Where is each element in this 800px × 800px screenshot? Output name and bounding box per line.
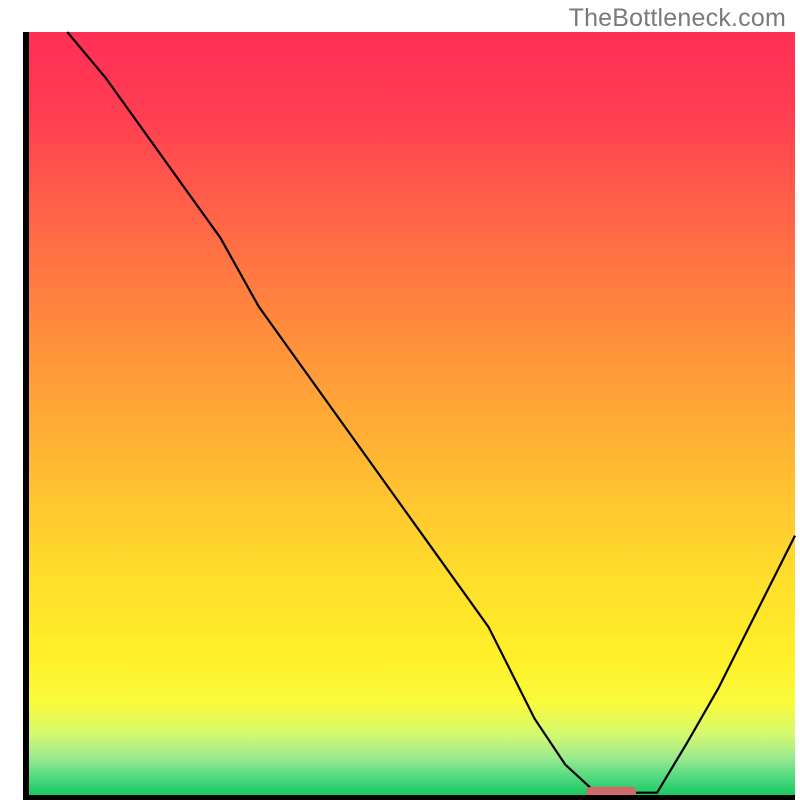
chart-svg xyxy=(0,0,800,800)
axis-left xyxy=(23,32,29,800)
axis-bottom xyxy=(23,795,795,800)
plot-background xyxy=(29,32,795,795)
watermark-text: TheBottleneck.com xyxy=(569,4,786,33)
bottleneck-chart: TheBottleneck.com xyxy=(0,0,800,800)
